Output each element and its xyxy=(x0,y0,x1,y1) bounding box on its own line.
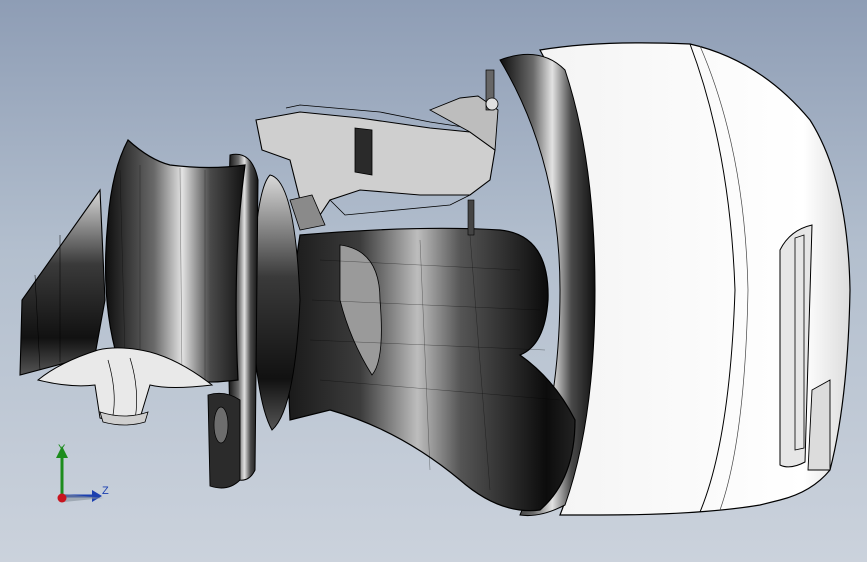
coordinate-triad[interactable] xyxy=(40,436,120,516)
y-axis-label: Y xyxy=(58,443,66,455)
graphics-viewport[interactable]: Y Z xyxy=(0,0,867,562)
outboard-motor-model[interactable] xyxy=(0,0,867,562)
origin-dot xyxy=(57,493,67,503)
gearcase[interactable] xyxy=(104,139,246,383)
drive-housing[interactable] xyxy=(288,227,576,512)
z-axis-arrow xyxy=(92,490,102,502)
z-axis-label: Z xyxy=(102,485,109,497)
mount-bracket[interactable] xyxy=(255,69,499,236)
skeg-fin[interactable] xyxy=(19,188,106,376)
